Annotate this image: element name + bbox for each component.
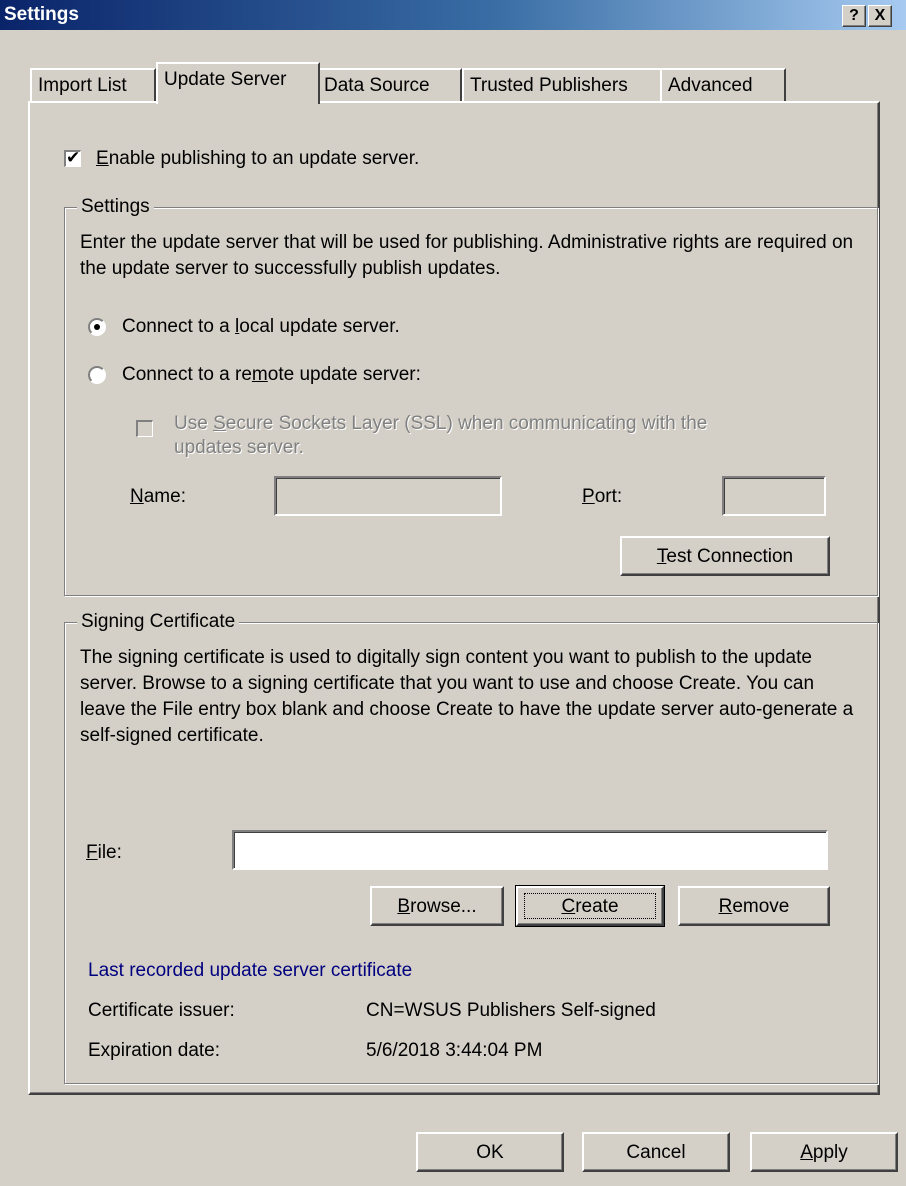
settings-legend: Settings (77, 196, 154, 218)
certificate-issuer-label: Certificate issuer: (88, 1000, 235, 1021)
name-label: Name: (130, 486, 186, 507)
close-icon: X (874, 7, 886, 24)
expiration-date-value: 5/6/2018 3:44:04 PM (366, 1040, 543, 1061)
browse-button[interactable]: Browse... (370, 886, 504, 926)
signing-description: The signing certificate is used to digit… (80, 647, 854, 746)
remove-button[interactable]: Remove (678, 886, 830, 926)
name-input[interactable] (274, 476, 502, 516)
tab-update-server[interactable]: Update Server (156, 62, 320, 104)
file-input[interactable] (232, 830, 828, 870)
port-label: Port: (582, 486, 623, 507)
ssl-label: Use Secure Sockets Layer (SSL) when comm… (174, 413, 708, 458)
signing-certificate-legend: Signing Certificate (77, 611, 240, 633)
radio-local-label[interactable]: Connect to a local update server. (122, 316, 400, 338)
cancel-button[interactable]: Cancel (582, 1132, 730, 1172)
close-button[interactable]: X (868, 5, 892, 27)
title-bar: Settings ? X (0, 0, 906, 30)
radio-remote-label[interactable]: Connect to a remote update server: (122, 364, 421, 386)
apply-button[interactable]: Apply (750, 1132, 898, 1172)
tab-data-source[interactable]: Data Source (316, 68, 462, 102)
enable-publishing-label[interactable]: Enable publishing to an update server. (96, 148, 419, 170)
tab-advanced[interactable]: Advanced (660, 68, 786, 102)
radio-selected-dot (94, 324, 100, 330)
port-input[interactable] (722, 476, 826, 516)
enable-publishing-checkbox[interactable]: ✔ (64, 148, 81, 167)
radio-local-server[interactable] (88, 318, 106, 336)
radio-remote-server[interactable] (88, 366, 106, 384)
settings-description: Enter the update server that will be use… (80, 232, 854, 279)
tab-trusted-publishers[interactable]: Trusted Publishers (462, 68, 664, 102)
help-button[interactable]: ? (842, 5, 866, 27)
checkmark-icon: ✔ (66, 148, 81, 167)
file-label: File: (86, 842, 122, 863)
expiration-date-label: Expiration date: (88, 1040, 221, 1061)
help-icon: ? (849, 7, 859, 24)
tab-import-list[interactable]: Import List (30, 68, 156, 102)
certificate-issuer-value: CN=WSUS Publishers Self-signed (366, 1000, 656, 1021)
ssl-checkbox[interactable] (136, 420, 153, 437)
test-connection-button[interactable]: Test Connection (620, 536, 830, 576)
create-button[interactable]: Create (515, 885, 665, 927)
last-recorded-certificate-heading: Last recorded update server certificate (88, 960, 413, 981)
ok-button[interactable]: OK (416, 1132, 564, 1172)
window-title: Settings (4, 4, 79, 25)
focus-ring (524, 893, 656, 919)
